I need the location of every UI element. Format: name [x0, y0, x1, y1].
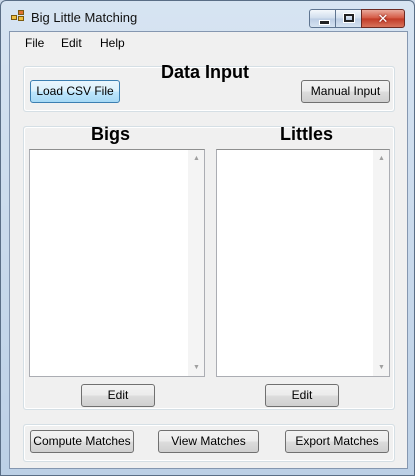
maximize-icon	[344, 14, 354, 22]
data-input-heading: Data Input	[161, 62, 249, 82]
menu-help[interactable]: Help	[100, 36, 125, 50]
close-button[interactable]: ✕	[361, 9, 405, 28]
lists-group: Bigs Littles ▲ ▼ ▲ ▼ Edit Edit	[23, 124, 395, 410]
littles-heading: Littles	[280, 124, 334, 144]
menu-edit[interactable]: Edit	[61, 36, 82, 50]
data-input-group: Data Input Load CSV File Manual Input	[23, 62, 395, 112]
bigs-listbox[interactable]: ▲ ▼	[29, 149, 205, 377]
app-window: Big Little Matching ✕ File Edit Help Dat…	[0, 0, 415, 476]
littles-listbox[interactable]: ▲ ▼	[216, 149, 390, 377]
littles-scrollbar[interactable]: ▲ ▼	[372, 150, 389, 376]
scroll-down-icon[interactable]: ▼	[373, 359, 390, 376]
scroll-up-icon[interactable]: ▲	[373, 150, 390, 167]
export-matches-button[interactable]: Export Matches	[285, 430, 389, 453]
view-matches-button[interactable]: View Matches	[158, 430, 259, 453]
close-icon: ✕	[377, 11, 389, 26]
client-area: File Edit Help Data Input Load CSV File …	[9, 31, 408, 469]
app-icon[interactable]	[11, 10, 25, 22]
manual-input-button[interactable]: Manual Input	[301, 80, 390, 103]
minimize-button[interactable]	[309, 9, 336, 28]
bigs-heading: Bigs	[91, 124, 131, 144]
window-title: Big Little Matching	[31, 10, 138, 25]
menu-file[interactable]: File	[25, 36, 44, 50]
actions-group: Compute Matches View Matches Export Matc…	[23, 424, 395, 462]
compute-matches-button[interactable]: Compute Matches	[30, 430, 134, 453]
maximize-button[interactable]	[335, 9, 362, 28]
menu-bar: File Edit Help	[10, 32, 407, 54]
minimize-icon	[319, 20, 330, 25]
bigs-edit-button[interactable]: Edit	[81, 384, 155, 407]
title-bar[interactable]: Big Little Matching ✕	[1, 1, 414, 31]
scroll-up-icon[interactable]: ▲	[188, 150, 205, 167]
scroll-down-icon[interactable]: ▼	[188, 359, 205, 376]
littles-edit-button[interactable]: Edit	[265, 384, 339, 407]
bigs-scrollbar[interactable]: ▲ ▼	[187, 150, 204, 376]
load-csv-button[interactable]: Load CSV File	[30, 80, 120, 103]
